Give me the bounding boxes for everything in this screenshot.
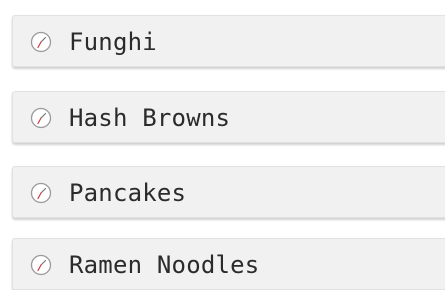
recipe-item-funghi[interactable]: Funghi (12, 15, 445, 67)
recipe-item-ramen-noodles[interactable]: Ramen Noodles (12, 238, 445, 290)
recipe-label: Ramen Noodles (69, 251, 260, 279)
recipe-label: Pancakes (69, 179, 187, 207)
recipe-item-hash-browns[interactable]: Hash Browns (12, 91, 445, 143)
clock-icon (30, 182, 52, 204)
recipe-label: Hash Browns (69, 104, 231, 132)
clock-icon (30, 31, 52, 53)
recipe-item-pancakes[interactable]: Pancakes (12, 166, 445, 218)
clock-icon (30, 254, 52, 276)
recipe-label: Funghi (69, 28, 157, 56)
recipe-list: Funghi Hash Browns Pancakes Ramen Noodle… (0, 0, 445, 290)
clock-icon (30, 107, 52, 129)
